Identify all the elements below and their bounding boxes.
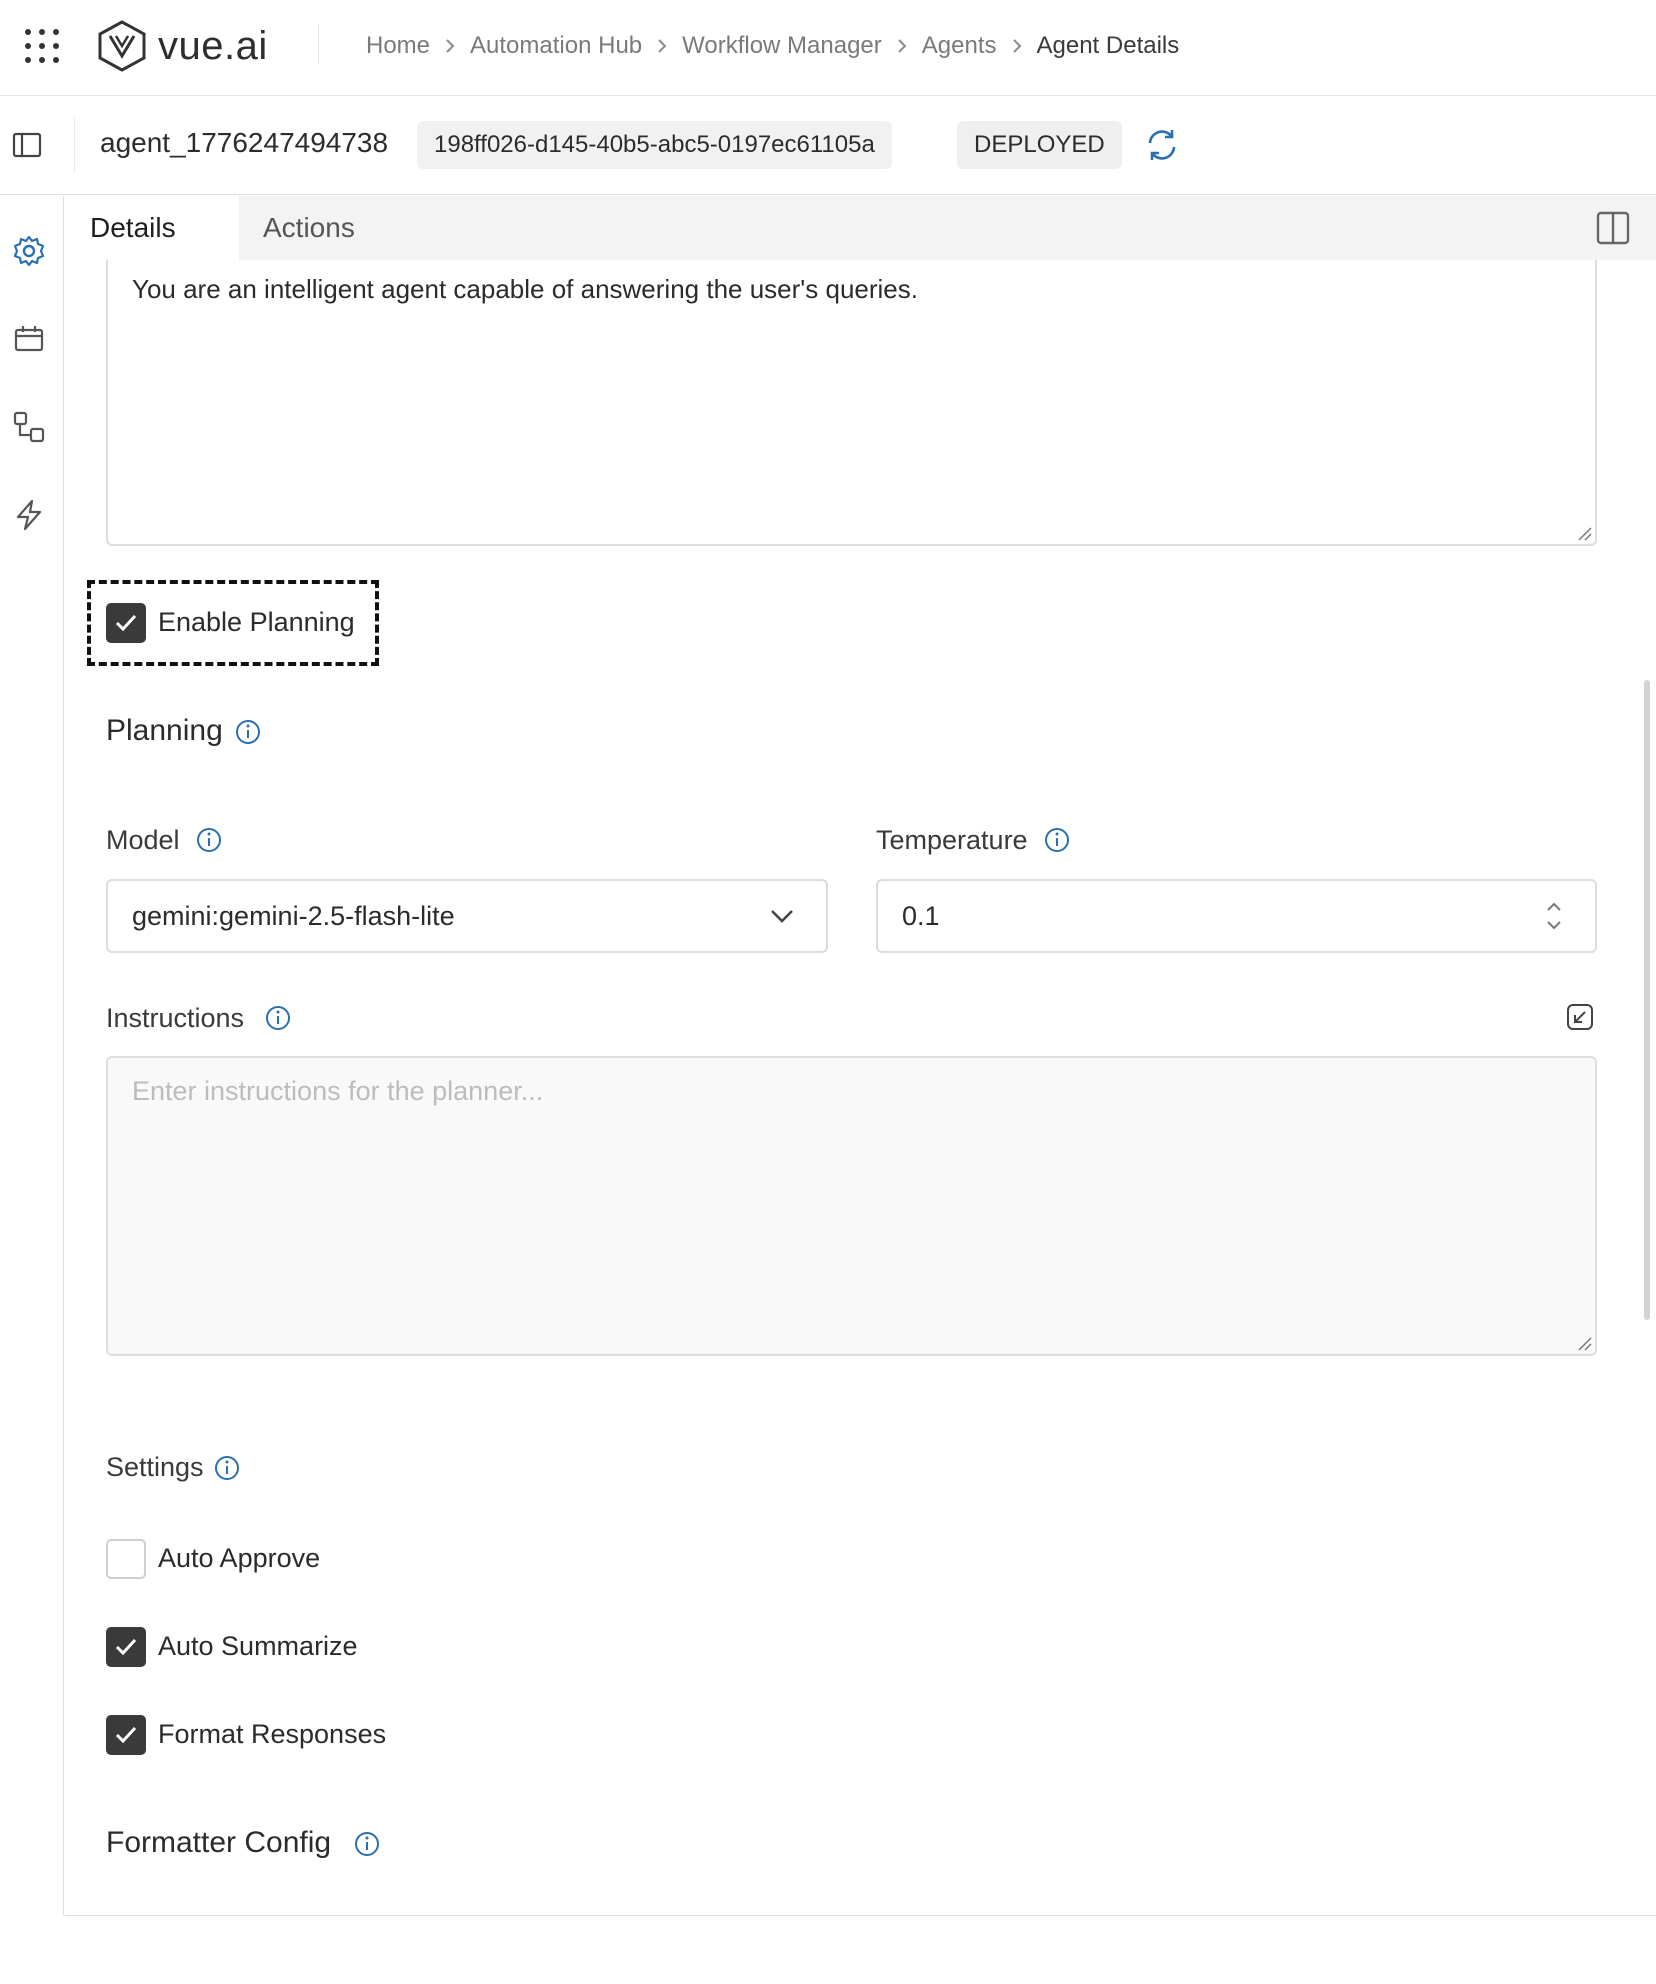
info-icon[interactable] (264, 1004, 292, 1032)
apps-grid-icon[interactable] (22, 26, 62, 66)
breadcrumb-agent-details: Agent Details (1036, 32, 1180, 59)
planning-section-title: Planning (106, 714, 223, 747)
tab-details[interactable]: Details (65, 196, 239, 260)
chevron-right-icon (882, 26, 922, 66)
left-icon-rail (0, 196, 64, 1916)
scrollbar[interactable] (1644, 680, 1650, 1320)
sidebar-toggle-icon[interactable] (12, 132, 42, 158)
check-icon (115, 1638, 137, 1656)
agent-id-badge[interactable]: 198ff026-d145-40b5-abc5-0197ec61105a (417, 121, 892, 169)
vue-ai-logo-icon (98, 20, 146, 72)
resize-handle-icon[interactable] (1577, 526, 1593, 542)
status-badge: DEPLOYED (957, 121, 1122, 169)
formatter-config-title: Formatter Config (106, 1826, 332, 1859)
info-icon[interactable] (213, 1454, 241, 1482)
breadcrumb-workflow-manager[interactable]: Workflow Manager (682, 32, 882, 60)
divider (318, 24, 319, 64)
instructions-textarea[interactable] (106, 1056, 1597, 1356)
split-view-icon[interactable] (1595, 210, 1631, 246)
chevron-right-icon (642, 26, 682, 66)
info-icon[interactable] (353, 1830, 381, 1858)
lightning-icon[interactable] (12, 498, 46, 532)
info-icon[interactable] (234, 718, 262, 746)
model-select-value: gemini:gemini-2.5-flash-lite (132, 901, 455, 931)
refresh-icon[interactable] (1142, 125, 1182, 165)
brand-name: vue.ai (158, 23, 268, 68)
auto-summarize-checkbox[interactable] (106, 1627, 146, 1667)
breadcrumb-home[interactable]: Home (366, 32, 430, 60)
system-prompt-textarea[interactable]: You are an intelligent agent capable of … (106, 260, 1597, 546)
expand-editor-icon[interactable] (1565, 1002, 1595, 1032)
breadcrumb: Home Automation Hub Workflow Manager Age… (366, 26, 1179, 66)
model-label: Model (106, 825, 180, 855)
calendar-icon[interactable] (12, 322, 46, 356)
format-responses-label[interactable]: Format Responses (158, 1719, 386, 1750)
auto-summarize-label[interactable]: Auto Summarize (158, 1631, 358, 1662)
workflow-icon[interactable] (12, 410, 46, 444)
chevron-right-icon (430, 26, 470, 66)
tab-bar: Details Actions (65, 196, 1656, 260)
enable-planning-label[interactable]: Enable Planning (158, 607, 355, 638)
info-icon[interactable] (195, 826, 223, 854)
top-navigation-bar: vue.ai Home Automation Hub Workflow Mana… (0, 0, 1656, 96)
resize-handle-icon[interactable] (1577, 1336, 1593, 1352)
chevron-down-icon (771, 910, 793, 923)
temperature-label: Temperature (876, 825, 1028, 855)
info-icon[interactable] (1043, 826, 1071, 854)
check-icon (115, 1726, 137, 1744)
tab-actions[interactable]: Actions (239, 196, 409, 260)
brand-logo[interactable]: vue.ai (96, 18, 268, 74)
temperature-value: 0.1 (902, 901, 940, 931)
settings-section-title: Settings (106, 1452, 204, 1482)
auto-approve-label[interactable]: Auto Approve (158, 1543, 320, 1574)
check-icon (115, 614, 137, 632)
model-select[interactable]: gemini:gemini-2.5-flash-lite (106, 879, 828, 953)
settings-icon[interactable] (12, 234, 46, 268)
breadcrumb-automation-hub[interactable]: Automation Hub (470, 32, 642, 60)
format-responses-checkbox[interactable] (106, 1715, 146, 1755)
chevron-right-icon (997, 26, 1037, 66)
breadcrumb-agents[interactable]: Agents (922, 32, 997, 60)
auto-approve-checkbox[interactable] (106, 1539, 146, 1579)
temperature-input[interactable]: 0.1 (876, 879, 1597, 953)
enable-planning-checkbox[interactable] (106, 603, 146, 643)
agent-name: agent_1776247494738 (100, 127, 389, 158)
instructions-label: Instructions (106, 1003, 245, 1033)
agent-details-panel: Details Actions You are an intelligent a… (65, 196, 1656, 1916)
divider (74, 117, 75, 173)
agent-header: agent_1776247494738 198ff026-d145-40b5-a… (0, 97, 1656, 195)
stepper-arrows-icon[interactable] (1544, 899, 1564, 933)
